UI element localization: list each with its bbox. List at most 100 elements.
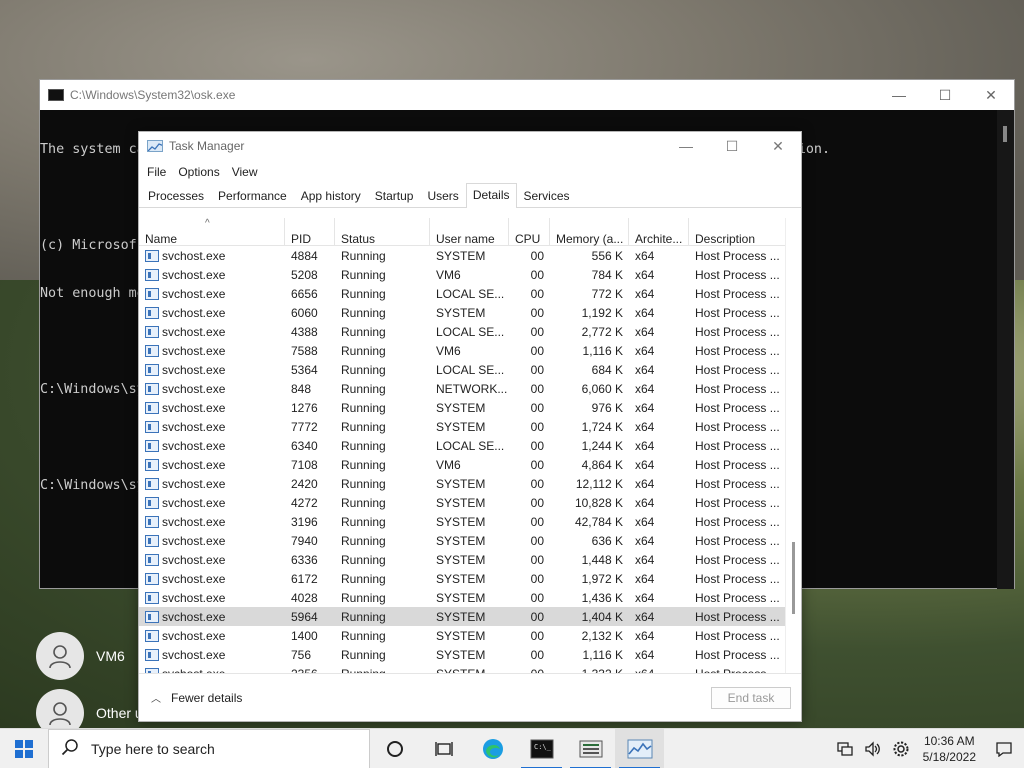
cell-user: SYSTEM (430, 591, 509, 605)
tab-users[interactable]: Users (420, 184, 465, 207)
tab-details[interactable]: Details (465, 183, 517, 208)
table-row[interactable]: svchost.exe 3196 Running SYSTEM 00 42,784 K x6… (139, 512, 785, 531)
table-row[interactable]: svchost.exe 5964 Running SYSTEM 00 1,404 K x64… (139, 607, 785, 626)
minimize-button[interactable]: — (876, 80, 922, 110)
tab-performance[interactable]: Performance (211, 184, 294, 207)
table-row[interactable]: svchost.exe 2420 Running SYSTEM 00 12,112 K x6… (139, 474, 785, 493)
tab-app-history[interactable]: App history (294, 184, 368, 207)
table-row[interactable]: svchost.exe 6172 Running SYSTEM 00 1,972 K x64… (139, 569, 785, 588)
table-row[interactable]: svchost.exe 4028 Running SYSTEM 00 1,436 K x64… (139, 588, 785, 607)
tab-services[interactable]: Services (517, 184, 577, 207)
details-table[interactable]: Name PID Status User name CPU Memory (a.… (139, 218, 801, 674)
cmd-taskbar-button[interactable]: C:\_ (517, 729, 566, 768)
tab-processes[interactable]: Processes (141, 184, 211, 207)
cell-arch: x64 (629, 249, 689, 263)
task-manager-taskbar-button[interactable] (615, 728, 664, 768)
cell-text: 00 (530, 343, 544, 358)
table-row[interactable]: svchost.exe 6656 Running LOCAL SE... 00 772 K… (139, 284, 785, 303)
table-row[interactable]: svchost.exe 5364 Running LOCAL SE... 00 684 K… (139, 360, 785, 379)
cell-arch: x64 (629, 287, 689, 301)
osk-taskbar-button[interactable] (566, 729, 615, 768)
cell-text: svchost.exe (162, 590, 226, 605)
fewer-details-button[interactable]: ︿ Fewer details (151, 690, 242, 706)
close-button[interactable]: ✕ (968, 80, 1014, 110)
start-button[interactable] (0, 729, 48, 768)
table-row[interactable]: svchost.exe 7108 Running VM6 00 4,864 K x64 Hos… (139, 455, 785, 474)
table-row[interactable]: svchost.exe 6340 Running LOCAL SE... 00 1,244… (139, 436, 785, 455)
table-row[interactable]: svchost.exe 7772 Running SYSTEM 00 1,724 K x64… (139, 417, 785, 436)
clock[interactable]: 10:36 AM 5/18/2022 (915, 733, 984, 765)
task-view-button[interactable] (419, 729, 468, 768)
chevron-up-icon: ︿ (151, 694, 161, 705)
cell-status: Running (335, 591, 430, 605)
edge-browser-button[interactable] (468, 729, 517, 768)
cell-mem: 636 K (550, 534, 629, 548)
col-header-user[interactable]: User name (430, 218, 509, 246)
cell-text: 636 K (591, 533, 623, 548)
volume-icon[interactable] (861, 740, 885, 757)
cell-text: x64 (635, 514, 655, 529)
table-row[interactable]: svchost.exe 7940 Running SYSTEM 00 636 K x64 Ho… (139, 531, 785, 550)
minimize-button[interactable]: — (663, 132, 709, 160)
cell-text: 6172 (291, 571, 318, 586)
menu-view[interactable]: View (226, 165, 264, 179)
table-row[interactable]: svchost.exe 7588 Running VM6 00 1,116 K x64 Hos… (139, 341, 785, 360)
table-row[interactable]: svchost.exe 848 Running NETWORK... 00 6,060 K… (139, 379, 785, 398)
table-row[interactable]: svchost.exe 6060 Running SYSTEM 00 1,192 K x64… (139, 303, 785, 322)
cell-status: Running (335, 325, 430, 339)
cell-arch: x64 (629, 477, 689, 491)
table-row[interactable]: svchost.exe 1400 Running SYSTEM 00 2,132 K x64… (139, 626, 785, 645)
cell-text: 6656 (291, 286, 318, 301)
task-manager-window[interactable]: Task Manager — ☐ ✕ File Options View Pro… (138, 131, 802, 722)
table-row[interactable]: svchost.exe 6336 Running SYSTEM 00 1,448 K x64… (139, 550, 785, 569)
close-button[interactable]: ✕ (755, 132, 801, 160)
scrollbar-thumb[interactable] (1003, 126, 1007, 142)
tm-titlebar[interactable]: Task Manager — ☐ ✕ (139, 132, 801, 160)
col-header-cpu[interactable]: CPU (509, 218, 550, 246)
cell-text: SYSTEM (436, 400, 486, 415)
cell-text: Running (341, 495, 386, 510)
cell-pid: 4884 (285, 249, 335, 263)
maximize-button[interactable]: ☐ (709, 132, 755, 160)
cell-mem: 976 K (550, 401, 629, 415)
table-row[interactable]: svchost.exe 4884 Running SYSTEM 00 556 K x64 Ho… (139, 246, 785, 265)
settings-gear-icon[interactable] (889, 740, 913, 758)
tab-startup[interactable]: Startup (368, 184, 421, 207)
table-row[interactable]: svchost.exe 4272 Running SYSTEM 00 10,828 K x6… (139, 493, 785, 512)
table-scrollbar[interactable] (785, 218, 801, 674)
table-row[interactable]: svchost.exe 5208 Running VM6 00 784 K x64 Host … (139, 265, 785, 284)
cortana-button[interactable] (370, 729, 419, 768)
col-header-name[interactable]: Name (139, 218, 285, 246)
cell-text: svchost.exe (162, 362, 226, 377)
cell-text: NETWORK... (436, 381, 508, 396)
cell-pid: 4028 (285, 591, 335, 605)
cell-status: Running (335, 629, 430, 643)
menu-options[interactable]: Options (172, 165, 225, 179)
search-box[interactable]: Type here to search (48, 728, 370, 768)
scrollbar-thumb[interactable] (792, 542, 795, 614)
cell-text: Host Process ... (695, 267, 780, 282)
cmd-scrollbar[interactable] (997, 110, 1014, 589)
col-header-pid[interactable]: PID (285, 218, 335, 246)
table-row[interactable]: svchost.exe 4388 Running LOCAL SE... 00 2,772… (139, 322, 785, 341)
network-icon[interactable] (833, 741, 857, 757)
col-header-description[interactable]: Description (689, 218, 785, 246)
menu-file[interactable]: File (141, 165, 172, 179)
tm-menubar: File Options View (139, 160, 801, 184)
table-row[interactable]: svchost.exe 1276 Running SYSTEM 00 976 K x64 Ho… (139, 398, 785, 417)
cell-arch: x64 (629, 610, 689, 624)
col-header-status[interactable]: Status (335, 218, 430, 246)
cmd-titlebar[interactable]: C:\Windows\System32\osk.exe — ☐ ✕ (40, 80, 1014, 110)
cell-text: Host Process ... (695, 495, 780, 510)
cell-status: Running (335, 306, 430, 320)
maximize-button[interactable]: ☐ (922, 80, 968, 110)
table-row[interactable]: svchost.exe 756 Running SYSTEM 00 1,116 K x64 H… (139, 645, 785, 664)
cell-text: 6,060 K (581, 381, 623, 396)
cell-text: 556 K (591, 248, 623, 263)
notification-center-button[interactable] (984, 741, 1024, 757)
cell-text: Host Process ... (695, 628, 780, 643)
col-header-architecture[interactable]: Archite... (629, 218, 689, 246)
cell-text: Host Process ... (695, 571, 780, 586)
end-task-button[interactable]: End task (711, 686, 791, 709)
col-header-memory[interactable]: Memory (a... (550, 218, 629, 246)
